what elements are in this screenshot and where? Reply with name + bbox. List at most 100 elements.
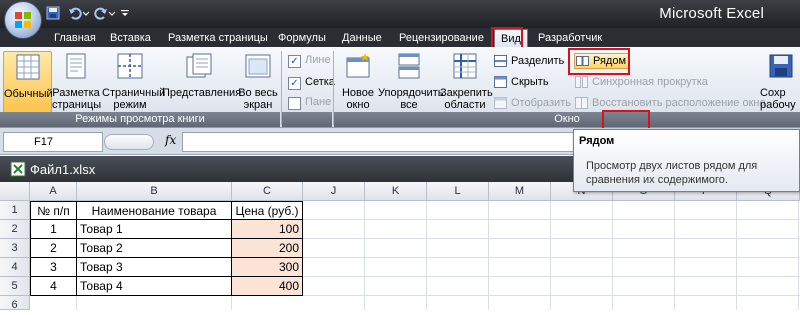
tooltip-text: Просмотр двух листов рядом для сравнения… [586, 160, 758, 186]
fullscreen-button[interactable]: Во весь экран [237, 51, 279, 111]
formula-bar-resize-handle[interactable] [104, 134, 154, 150]
row-header[interactable]: 1 [0, 201, 30, 220]
table-cell-name[interactable]: Товар 3 [77, 258, 232, 277]
sync-scroll-label: Синхронная прокрутка [592, 76, 708, 88]
save-workspace-label-1: Сохр [760, 87, 786, 99]
table-cell-price[interactable]: 400 [232, 277, 303, 296]
table-cell-price[interactable]: 300 [232, 258, 303, 277]
new-window-icon [346, 53, 370, 78]
page-layout-view-button[interactable]: Разметка страницы [52, 51, 101, 111]
sync-scroll-icon [575, 76, 588, 88]
freeze-panes-label-2-text: области [444, 99, 486, 111]
normal-view-icon [16, 54, 39, 80]
unhide-button[interactable]: Отобразить [493, 95, 571, 111]
tab-review[interactable]: Рецензирование [393, 31, 490, 47]
table-header-cell[interactable]: Цена (руб.) [232, 201, 303, 220]
workbook-title: Файл1.xlsx [30, 162, 96, 177]
highlight-window-group [602, 110, 650, 130]
normal-view-button[interactable]: Обычный [3, 51, 53, 113]
redo-icon[interactable] [94, 6, 108, 20]
unhide-label: Отобразить [511, 97, 571, 109]
tab-insert[interactable]: Вставка [104, 31, 157, 47]
column-header[interactable]: M [489, 182, 551, 201]
row-header[interactable]: 5 [0, 277, 30, 296]
ribbon: Обычный Разметка страницы Страничный реж… [0, 47, 800, 130]
tab-data[interactable]: Данные [336, 31, 388, 47]
new-window-label-2: окно [346, 99, 370, 111]
table-cell-number[interactable]: 1 [30, 220, 77, 239]
empty-cells-area[interactable] [303, 201, 800, 310]
row-header[interactable]: 4 [0, 258, 30, 277]
table-cell-number[interactable]: 4 [30, 277, 77, 296]
table-cell-name[interactable]: Товар 1 [77, 220, 232, 239]
reset-window-position-button[interactable]: Восстановить расположение окна [574, 95, 766, 111]
table-cell-number[interactable]: 3 [30, 258, 77, 277]
column-header[interactable]: A [30, 182, 77, 201]
save-icon[interactable] [46, 6, 60, 20]
custom-views-label: Представления [162, 87, 242, 99]
chevron-down-icon[interactable] [82, 6, 90, 20]
messagebar-label: Пане [305, 96, 332, 108]
tab-formulas[interactable]: Формулы [272, 31, 332, 47]
save-workspace-button[interactable]: Сохр рабочу [760, 51, 800, 111]
fullscreen-label-2: экран [243, 99, 273, 111]
hide-button[interactable]: Скрыть [493, 74, 549, 90]
column-header[interactable]: L [427, 182, 489, 201]
messagebar-checkbox[interactable] [288, 97, 301, 110]
custom-views-button[interactable]: Представления [162, 51, 242, 99]
undo-icon[interactable] [68, 6, 82, 20]
row-header[interactable]: 3 [0, 239, 30, 258]
save-workspace-icon [769, 54, 793, 78]
page-break-view-button[interactable]: Страничный режим [102, 51, 165, 111]
unhide-window-icon [494, 97, 507, 109]
table-cell-price[interactable]: 200 [232, 239, 303, 258]
custom-views-icon [186, 53, 212, 78]
tab-developer[interactable]: Разработчик [532, 31, 608, 47]
arrange-all-label-1: Упорядочить [378, 87, 444, 99]
group-label-show [282, 112, 332, 127]
reset-window-position-label: Восстановить расположение окна [592, 97, 766, 109]
freeze-panes-label-1: Закрепить [440, 87, 493, 99]
column-header[interactable]: C [232, 182, 303, 201]
table-cell-name[interactable]: Товар 2 [77, 239, 232, 258]
table-cell-name[interactable]: Товар 4 [77, 277, 232, 296]
table-header-cell[interactable]: № п/п [30, 201, 77, 220]
group-label-window: Окно [334, 112, 800, 127]
column-header[interactable]: K [365, 182, 427, 201]
ribbon-tabs: Главная Вставка Разметка страницы Формул… [0, 27, 800, 50]
tooltip: Рядом Просмотр двух листов рядом для сра… [573, 129, 800, 192]
column-header[interactable]: B [77, 182, 232, 201]
title-bar: Microsoft Excel [0, 0, 800, 28]
freeze-panes-icon [453, 53, 477, 79]
ruler-label: Лине [305, 54, 331, 66]
arrange-all-button[interactable]: Упорядочить все [378, 51, 444, 111]
select-all-corner[interactable] [0, 182, 30, 201]
customize-quick-access-icon[interactable] [120, 6, 130, 20]
page-layout-icon [66, 53, 86, 79]
gridlines-label: Сетка [305, 76, 335, 88]
chevron-down-icon[interactable] [108, 6, 116, 20]
tab-page-layout[interactable]: Разметка страницы [162, 31, 274, 47]
empty-row-6[interactable] [30, 296, 303, 310]
tab-home[interactable]: Главная [48, 31, 102, 47]
table-cell-number[interactable]: 2 [30, 239, 77, 258]
split-button[interactable]: Разделить [493, 53, 564, 69]
new-window-button[interactable]: Новое окно [338, 51, 378, 111]
office-logo-icon [15, 12, 31, 28]
table-header-cell[interactable]: Наименование товара [77, 201, 232, 220]
office-button[interactable] [4, 1, 42, 39]
excel-file-icon[interactable] [10, 161, 26, 177]
table-cell-price[interactable]: 100 [232, 220, 303, 239]
row-header[interactable]: 2 [0, 220, 30, 239]
reset-position-icon [575, 97, 588, 109]
name-box[interactable]: F17 [3, 132, 103, 152]
row-header[interactable]: 6 [0, 296, 30, 311]
gridlines-checkbox[interactable]: ✓ [288, 77, 301, 90]
fullscreen-label-1: Во весь [238, 87, 278, 99]
new-window-label-1: Новое [341, 87, 375, 99]
ruler-checkbox[interactable]: ✓ [288, 55, 301, 68]
insert-function-button[interactable]: fx [165, 133, 176, 147]
app-title: Microsoft Excel [659, 5, 764, 22]
sync-scroll-button[interactable]: Синхронная прокрутка [574, 74, 708, 90]
column-header[interactable]: J [303, 182, 365, 201]
